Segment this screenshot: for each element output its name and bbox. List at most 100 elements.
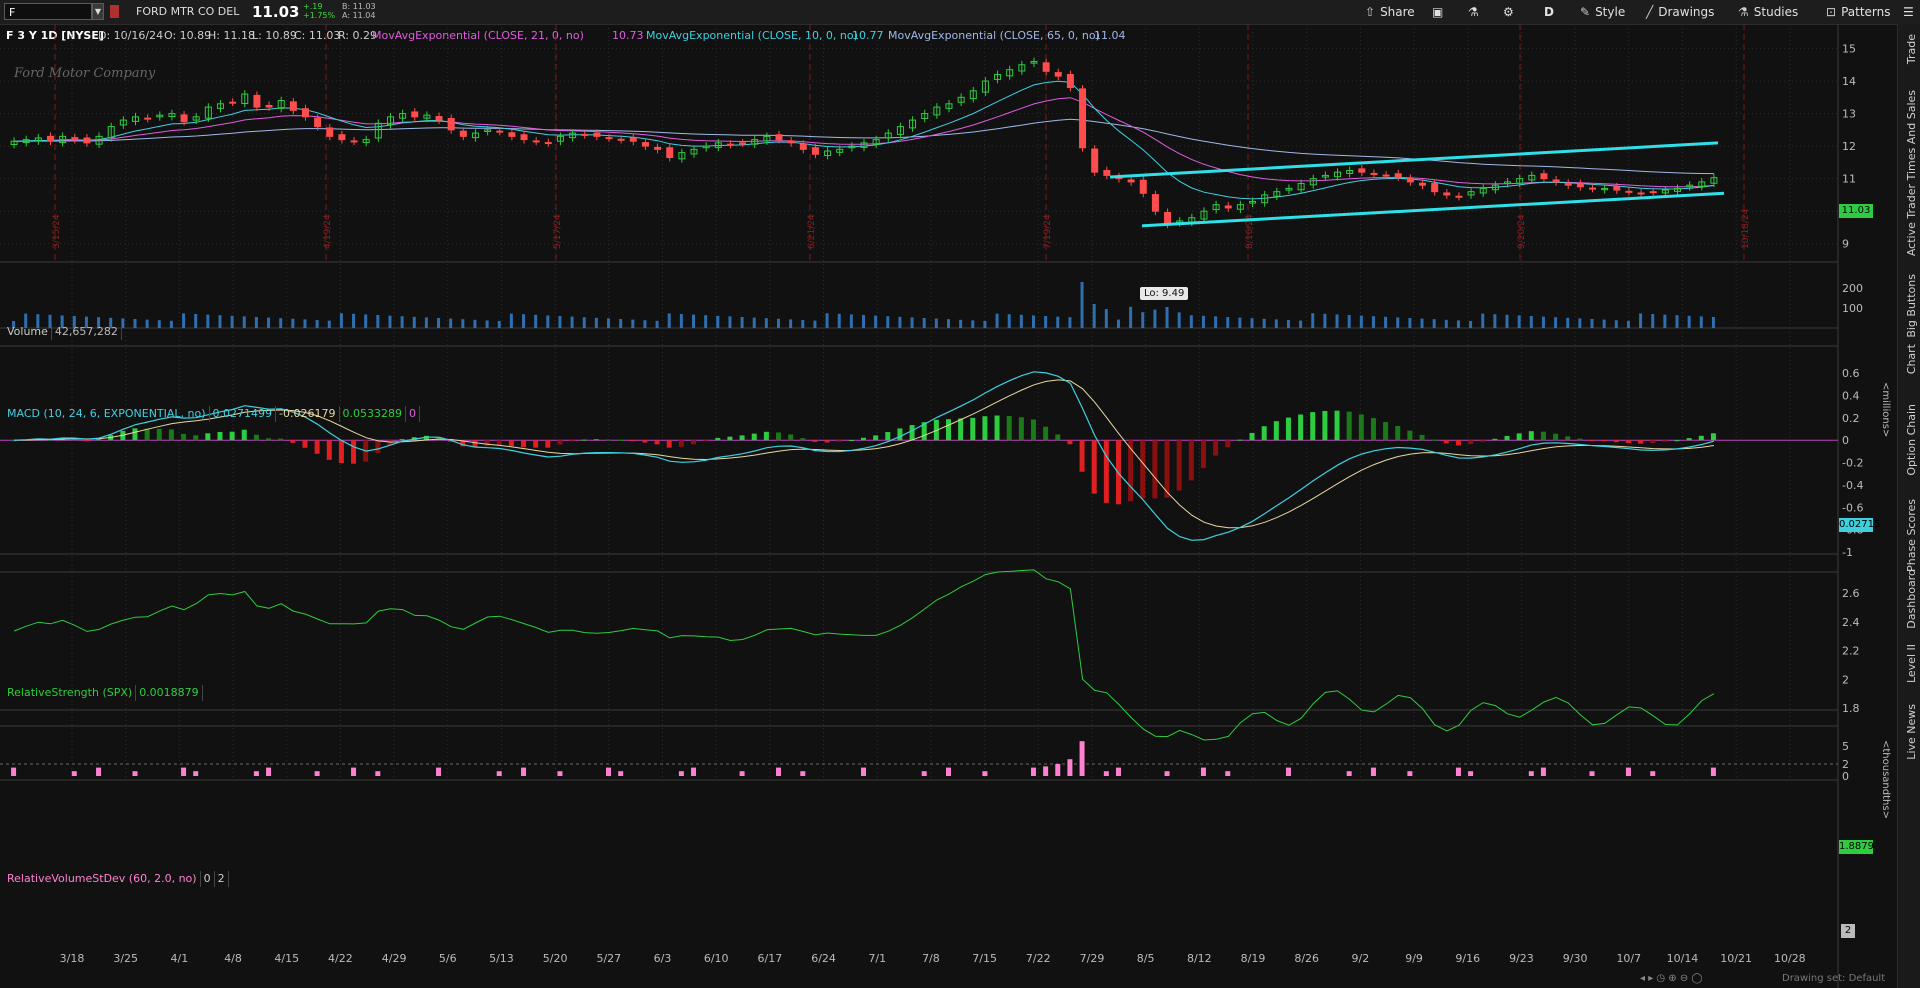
- rvsd-bar: [1346, 771, 1352, 776]
- volume-bar: [837, 313, 841, 328]
- symbol-dropdown-icon[interactable]: ▼: [92, 3, 104, 20]
- volume-bar: [1129, 306, 1133, 328]
- rs-unit: <thousandths>: [1880, 740, 1891, 819]
- candle-body: [1103, 170, 1111, 176]
- side-tab-trade[interactable]: Trade: [1905, 34, 1918, 64]
- volume-bar: [133, 319, 137, 328]
- candle-body: [71, 137, 79, 141]
- candle-body: [83, 137, 91, 144]
- side-tab-level-ii[interactable]: Level II: [1905, 644, 1918, 683]
- candle-body: [1649, 191, 1657, 194]
- side-tab-phase-scores[interactable]: Phase Scores: [1905, 499, 1918, 572]
- drawing-set-label[interactable]: Drawing set: Default: [1782, 973, 1885, 984]
- volume-bar: [1590, 319, 1594, 328]
- candle-body: [253, 94, 261, 108]
- x-tick-label: 7/22: [1026, 952, 1051, 965]
- style-button[interactable]: ✎ Style: [1580, 3, 1625, 21]
- earnings-date: 4/19/24: [323, 214, 333, 249]
- flag-icon[interactable]: [110, 5, 119, 18]
- rvsd-header[interactable]: RelativeVolumeStDev (60, 2.0, no) 0 2: [4, 871, 229, 887]
- candle-body: [605, 137, 613, 140]
- flask-icon[interactable]: ⚗: [1468, 3, 1479, 21]
- symbol-input[interactable]: F: [4, 3, 92, 20]
- candle-body: [617, 138, 625, 141]
- macd-histogram-bar: [824, 440, 830, 443]
- volume-bar: [692, 314, 696, 328]
- volume-bar: [946, 319, 950, 328]
- volume-bar: [1019, 314, 1023, 328]
- axes: 3/18 3/25 4/1 4/8 4/15 4/22 4/29 5/6 5/13 5/20 5/2…: [60, 43, 1864, 965]
- gear-icon[interactable]: ⚙: [1503, 3, 1514, 21]
- volume-bar: [764, 318, 768, 328]
- style-icon: ✎: [1580, 5, 1591, 19]
- volume-bar: [546, 315, 550, 328]
- candle-body: [1127, 179, 1135, 183]
- rs-header[interactable]: RelativeStrength (SPX) 0.0018879: [4, 685, 203, 701]
- candle-body: [1358, 168, 1366, 173]
- side-tab-dashboard[interactable]: Dashboard: [1905, 569, 1918, 629]
- macd-histogram-bar: [1079, 440, 1085, 472]
- menu-icon[interactable]: ☰: [1903, 3, 1914, 21]
- volume-bar: [1323, 313, 1327, 328]
- aggregation-button[interactable]: D: [1544, 3, 1554, 21]
- macd-histogram-bar: [1310, 412, 1316, 441]
- x-tick-label: 10/14: [1667, 952, 1699, 965]
- volume-bar: [242, 316, 246, 328]
- macd-histogram-bar: [1152, 440, 1158, 499]
- macd-header[interactable]: MACD (10, 24, 6, EXPONENTIAL, no) 0.02714…: [4, 406, 420, 422]
- bid-ask: B: 11.03 A: 11.04: [342, 2, 376, 20]
- scroll-controls[interactable]: ◂ ▸ ◷ ⊕ ⊖ ◯: [1640, 973, 1703, 984]
- candle-body: [1443, 192, 1451, 196]
- candle-body: [314, 117, 322, 128]
- side-tab-option-chain[interactable]: Option Chain: [1905, 404, 1918, 476]
- volume-bar: [1347, 315, 1351, 328]
- rvsd-bar: [1200, 767, 1206, 776]
- macd-histogram-bar: [1346, 411, 1352, 441]
- volume-bar: [898, 316, 902, 328]
- volume-bar: [886, 316, 890, 328]
- rvsd-bar: [982, 771, 988, 776]
- candle-body: [1370, 172, 1378, 175]
- rs-tick-label: 1.8: [1842, 702, 1860, 715]
- volume-bar: [594, 317, 598, 328]
- macd-histogram-bar: [1383, 422, 1389, 441]
- side-tab-big-buttons[interactable]: Big Buttons: [1905, 274, 1918, 338]
- snapshot-icon[interactable]: ▣: [1432, 3, 1443, 21]
- macd-histogram-bar: [314, 440, 320, 454]
- chart-area[interactable]: 3/15/24 4/19/24 5/17/24 6/21/24 7/19/24 8/16/…: [0, 24, 1898, 988]
- volume-bar: [1639, 313, 1643, 328]
- drawings-button[interactable]: ╱ Drawings: [1646, 3, 1714, 21]
- macd-histogram-bar: [678, 440, 684, 447]
- candle-body: [1431, 183, 1439, 193]
- studies-button[interactable]: ⚗ Studies: [1738, 3, 1798, 21]
- side-tab-times-and-sales[interactable]: Times And Sales: [1905, 90, 1918, 180]
- volume-bar: [267, 317, 271, 328]
- volume-bar: [1578, 318, 1582, 328]
- volume-bar: [485, 320, 489, 328]
- macd-histogram-bar: [351, 440, 357, 464]
- macd-histogram-bar: [484, 440, 490, 446]
- macd-histogram-bar: [83, 440, 89, 442]
- volume-bar: [619, 319, 623, 328]
- macd-tick-label: 0.4: [1842, 390, 1860, 403]
- share-button[interactable]: ⇧ Share: [1365, 3, 1415, 21]
- volume-header[interactable]: Volume 42,657,282: [4, 324, 122, 340]
- volume-bar: [607, 318, 611, 328]
- macd-histogram-bar: [593, 439, 599, 441]
- candle-body: [544, 142, 552, 145]
- x-tick-label: 7/8: [922, 952, 940, 965]
- macd-histogram-bar: [521, 440, 527, 448]
- volume-bar: [303, 319, 307, 328]
- side-tab-live-news[interactable]: Live News: [1905, 704, 1918, 760]
- macd-histogram-bar: [1358, 414, 1364, 441]
- price-pane: [10, 57, 1725, 229]
- patterns-button[interactable]: ⊡ Patterns: [1826, 3, 1891, 21]
- macd-histogram-bar: [229, 431, 235, 441]
- x-tick-label: 4/22: [328, 952, 353, 965]
- side-tab-active-trader[interactable]: Active Trader: [1905, 184, 1918, 256]
- relative-volume-pane: [0, 741, 1838, 776]
- candle-body: [1164, 211, 1172, 225]
- macd-histogram-bar: [751, 433, 757, 441]
- volume-bar: [1675, 315, 1679, 328]
- side-tab-chart[interactable]: Chart: [1905, 344, 1918, 374]
